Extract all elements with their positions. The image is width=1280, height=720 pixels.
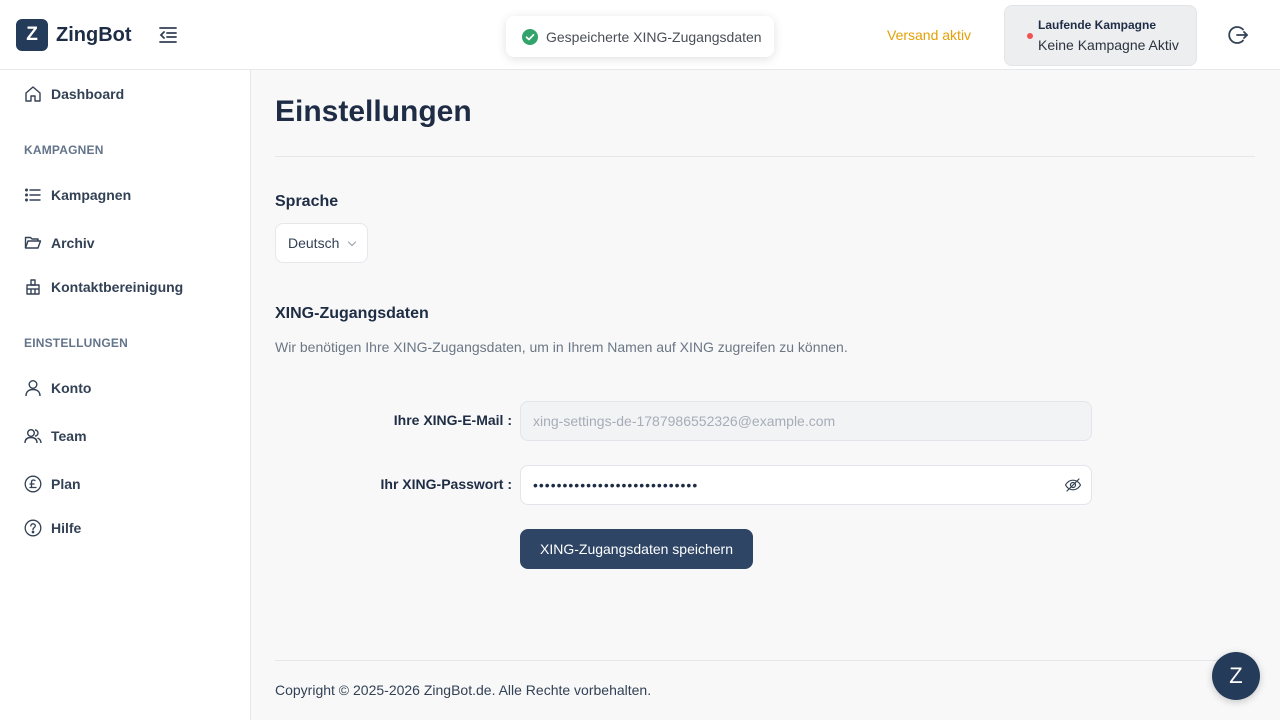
home-icon xyxy=(25,86,41,102)
sidebar-item-help[interactable]: Hilfe xyxy=(24,519,81,537)
sidebar-item-dashboard[interactable]: Dashboard xyxy=(24,85,124,103)
logout-icon[interactable] xyxy=(1226,23,1250,47)
logo-badge: Z xyxy=(16,19,48,51)
sidebar: Dashboard KAMPAGNEN Kampagnen Archiv Kon… xyxy=(0,70,251,720)
help-circle-icon xyxy=(24,519,42,537)
sidebar-item-campaigns[interactable]: Kampagnen xyxy=(24,186,131,204)
check-circle-icon xyxy=(522,28,538,45)
campaign-value: Keine Kampagne Aktiv xyxy=(1038,37,1179,53)
sidebar-item-label: Dashboard xyxy=(51,86,125,102)
sidebar-item-label: Plan xyxy=(51,476,81,492)
sidebar-item-label: Konto xyxy=(51,380,92,396)
top-header: Z ZingBot Gespeicherte XING-Zugangsdaten… xyxy=(0,0,1280,70)
sidebar-item-label: Kontaktbereinigung xyxy=(51,279,184,295)
language-select-value: Deutsch xyxy=(288,235,340,251)
send-status: Versand aktiv xyxy=(887,27,972,43)
success-toast: Gespeicherte XING-Zugangsdaten xyxy=(506,16,774,57)
sidebar-item-label: Team xyxy=(51,428,87,444)
page-title: Einstellungen xyxy=(275,95,472,128)
language-heading: Sprache xyxy=(275,193,339,210)
users-icon xyxy=(24,429,42,444)
save-credentials-button[interactable]: XING-Zugangsdaten speichern xyxy=(520,529,753,569)
sidebar-item-label: Hilfe xyxy=(51,520,82,536)
section-label-settings: EINSTELLUNGEN xyxy=(24,336,128,350)
title-divider xyxy=(275,156,1255,157)
footer-divider xyxy=(275,660,1255,661)
chat-launcher-button[interactable]: Z xyxy=(1212,652,1260,700)
status-dot xyxy=(1027,33,1033,39)
sidebar-item-archive[interactable]: Archiv xyxy=(24,234,95,252)
email-label: Ihre XING-E-Mail : xyxy=(393,412,512,428)
app-logo[interactable]: Z ZingBot xyxy=(16,19,132,51)
running-campaign-box[interactable]: Laufende Kampagne Keine Kampagne Aktiv xyxy=(1004,5,1197,66)
sidebar-item-label: Archiv xyxy=(51,235,95,251)
sidebar-item-team[interactable]: Team xyxy=(24,427,87,445)
xing-email-field[interactable] xyxy=(520,401,1092,441)
app-name: ZingBot xyxy=(56,23,132,46)
sidebar-item-label: Kampagnen xyxy=(51,187,132,203)
language-select[interactable]: Deutsch xyxy=(275,223,368,263)
campaign-title: Laufende Kampagne xyxy=(1038,18,1157,32)
sidebar-item-plan[interactable]: Plan xyxy=(24,475,81,493)
section-label-campaigns: KAMPAGNEN xyxy=(24,143,104,157)
xing-password-field[interactable] xyxy=(520,465,1092,505)
xing-credentials-description: Wir benötigen Ihre XING-Zugangsdaten, um… xyxy=(275,339,848,355)
password-label: Ihr XING-Passwort : xyxy=(380,476,512,492)
folder-open-icon xyxy=(24,236,42,249)
user-icon xyxy=(25,380,41,397)
pound-coin-icon xyxy=(24,475,42,493)
sidebar-item-account[interactable]: Konto xyxy=(24,379,91,397)
broom-icon xyxy=(26,279,40,295)
chevron-down-icon xyxy=(347,241,357,247)
toast-message: Gespeicherte XING-Zugangsdaten xyxy=(546,28,762,45)
list-icon xyxy=(25,188,41,202)
collapse-sidebar-icon[interactable] xyxy=(156,23,180,47)
sidebar-item-contact-cleanup[interactable]: Kontaktbereinigung xyxy=(24,278,183,296)
eye-off-icon[interactable] xyxy=(1064,476,1082,494)
copyright-text: Copyright © 2025-2026 ZingBot.de. Alle R… xyxy=(275,682,652,698)
xing-credentials-heading: XING-Zugangsdaten xyxy=(275,305,429,322)
